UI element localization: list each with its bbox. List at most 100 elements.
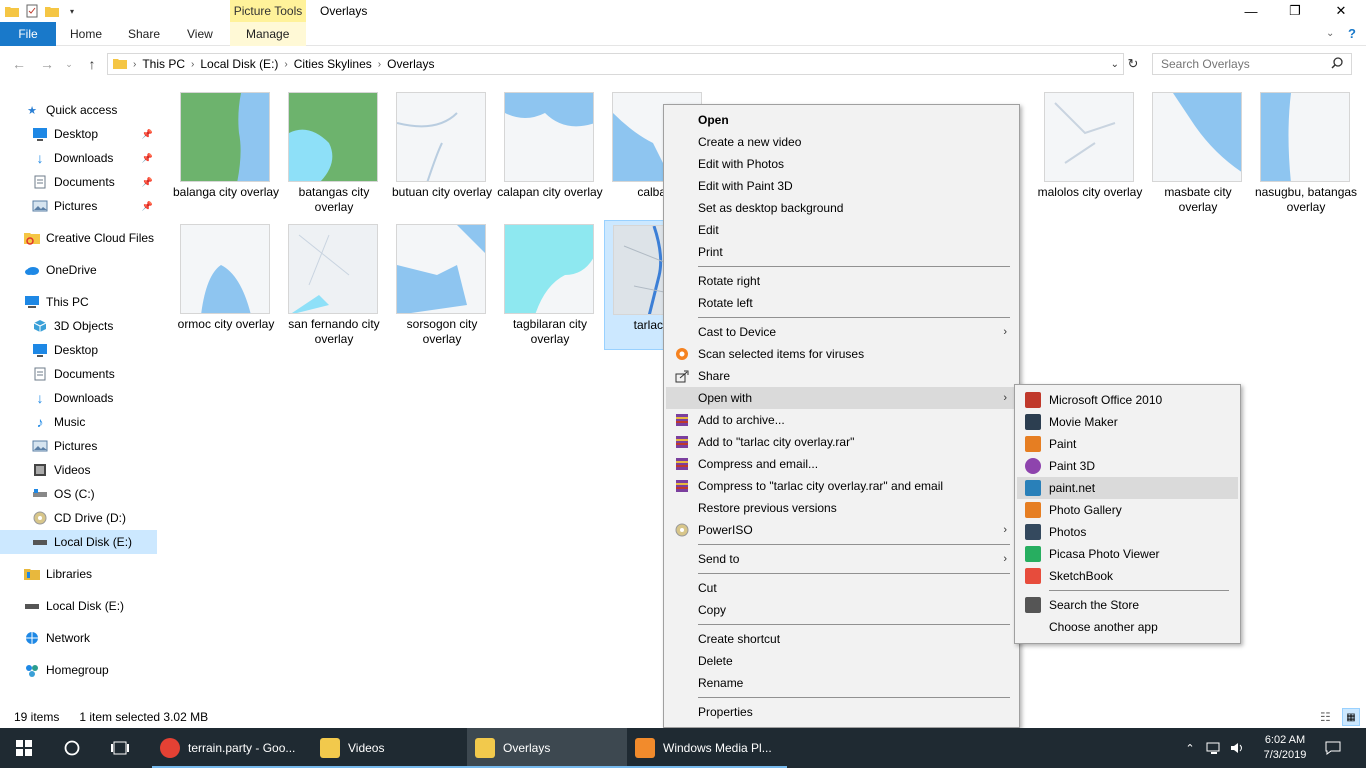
open-with-microsoft-office[interactable]: Microsoft Office 2010: [1017, 389, 1238, 411]
open-with-picasa[interactable]: Picasa Photo Viewer: [1017, 543, 1238, 565]
help-icon[interactable]: ?: [1348, 22, 1356, 46]
pin-icon[interactable]: 📌: [142, 129, 153, 140]
large-icons-view-icon[interactable]: ▦: [1342, 708, 1360, 726]
menu-item-rename[interactable]: Rename: [666, 672, 1017, 694]
menu-item-create-video[interactable]: Create a new video: [666, 131, 1017, 153]
open-with-paint-net[interactable]: paint.net: [1017, 477, 1238, 499]
taskbar-app-media-player[interactable]: Windows Media Pl...: [627, 728, 787, 768]
tab-manage[interactable]: Manage: [246, 22, 289, 46]
properties-icon[interactable]: [24, 3, 40, 19]
open-with-paint-3d[interactable]: Paint 3D: [1017, 455, 1238, 477]
customize-toolbar-icon[interactable]: ▾: [64, 3, 80, 19]
start-button[interactable]: [0, 728, 48, 768]
sidebar-item-desktop[interactable]: Desktop 📌: [0, 122, 157, 146]
breadcrumb-cities-skylines[interactable]: Cities Skylines: [290, 57, 376, 71]
file-tile[interactable]: balanga city overlay: [172, 88, 279, 218]
pin-icon[interactable]: 📌: [142, 153, 153, 164]
open-with-choose-another-app[interactable]: Choose another app: [1017, 616, 1238, 638]
volume-icon[interactable]: [1228, 728, 1248, 768]
sidebar-item-os-c[interactable]: OS (C:): [0, 482, 157, 506]
open-with-photos[interactable]: Photos: [1017, 521, 1238, 543]
menu-item-restore-versions[interactable]: Restore previous versions: [666, 497, 1017, 519]
pin-icon[interactable]: 📌: [142, 201, 153, 212]
menu-item-scan-viruses[interactable]: Scan selected items for viruses: [666, 343, 1017, 365]
clock[interactable]: 6:02 AM 7/3/2019: [1252, 728, 1318, 768]
minimize-button[interactable]: —: [1228, 0, 1274, 22]
refresh-button[interactable]: ↻: [1124, 54, 1142, 74]
menu-item-copy[interactable]: Copy: [666, 599, 1017, 621]
ribbon-expand-icon[interactable]: ⌄: [1326, 22, 1334, 46]
search-input[interactable]: [1161, 57, 1331, 71]
maximize-button[interactable]: ❐: [1272, 0, 1318, 22]
menu-item-rotate-left[interactable]: Rotate left: [666, 292, 1017, 314]
menu-item-share[interactable]: Share: [666, 365, 1017, 387]
sidebar-item-libraries[interactable]: Libraries: [0, 562, 157, 586]
menu-item-compress-rar-email[interactable]: Compress to "tarlac city overlay.rar" an…: [666, 475, 1017, 497]
file-tile[interactable]: calapan city overlay: [496, 88, 603, 218]
up-button[interactable]: ↑: [83, 54, 101, 74]
address-bar[interactable]: › This PC › Local Disk (E:) › Cities Sky…: [107, 53, 1124, 75]
menu-item-add-to-rar[interactable]: Add to "tarlac city overlay.rar": [666, 431, 1017, 453]
sidebar-item-documents[interactable]: Documents: [0, 362, 157, 386]
file-tile[interactable]: batangas city overlay: [280, 88, 384, 218]
menu-item-compress-email[interactable]: Compress and email...: [666, 453, 1017, 475]
menu-item-send-to[interactable]: Send to ›: [666, 548, 1017, 570]
tab-share[interactable]: Share: [128, 22, 160, 46]
file-tile[interactable]: ormoc city overlay: [172, 220, 276, 350]
search-box[interactable]: [1152, 53, 1352, 75]
menu-item-delete[interactable]: Delete: [666, 650, 1017, 672]
sidebar-item-creative-cloud[interactable]: Creative Cloud Files: [0, 226, 157, 250]
file-tile[interactable]: san fernando city overlay: [280, 220, 384, 350]
pin-icon[interactable]: 📌: [142, 177, 153, 188]
sidebar-item-cd-drive[interactable]: CD Drive (D:): [0, 506, 157, 530]
taskbar-app-overlays[interactable]: Overlays: [467, 728, 627, 768]
sidebar-item-homegroup[interactable]: Homegroup: [0, 658, 157, 682]
menu-item-print[interactable]: Print: [666, 241, 1017, 263]
breadcrumb-this-pc[interactable]: This PC: [138, 57, 189, 71]
open-with-paint[interactable]: Paint: [1017, 433, 1238, 455]
new-folder-icon[interactable]: [44, 3, 60, 19]
open-with-movie-maker[interactable]: Movie Maker: [1017, 411, 1238, 433]
breadcrumb-local-disk[interactable]: Local Disk (E:): [196, 57, 282, 71]
search-icon[interactable]: [1331, 56, 1343, 72]
sidebar-item-downloads[interactable]: ↓ Downloads 📌: [0, 146, 157, 170]
sidebar-item-videos[interactable]: Videos: [0, 458, 157, 482]
cortana-button[interactable]: [48, 728, 96, 768]
sidebar-item-documents[interactable]: Documents 📌: [0, 170, 157, 194]
show-hidden-icons-button[interactable]: ⌃: [1180, 728, 1200, 768]
sidebar-item-onedrive[interactable]: OneDrive: [0, 258, 157, 282]
sidebar-item-local-disk-e[interactable]: Local Disk (E:): [0, 594, 157, 618]
sidebar-item-3d-objects[interactable]: 3D Objects: [0, 314, 157, 338]
file-tile[interactable]: sorsogon city overlay: [388, 220, 492, 350]
sidebar-item-desktop[interactable]: Desktop: [0, 338, 157, 362]
tab-view[interactable]: View: [187, 22, 213, 46]
menu-item-add-to-archive[interactable]: Add to archive...: [666, 409, 1017, 431]
file-tile[interactable]: nasugbu, batangas overlay: [1252, 88, 1357, 218]
sidebar-item-quick-access[interactable]: ★ Quick access: [0, 98, 157, 122]
menu-item-open[interactable]: Open: [666, 109, 1017, 131]
chevron-right-icon[interactable]: ›: [282, 59, 289, 70]
close-button[interactable]: ✕: [1318, 0, 1364, 22]
tab-file[interactable]: File: [0, 22, 56, 46]
menu-item-create-shortcut[interactable]: Create shortcut: [666, 628, 1017, 650]
file-tile[interactable]: tagbilaran city overlay: [496, 220, 600, 350]
menu-item-edit[interactable]: Edit: [666, 219, 1017, 241]
tab-home[interactable]: Home: [70, 22, 102, 46]
file-tile[interactable]: malolos city overlay: [1036, 88, 1142, 218]
action-center-icon[interactable]: [1322, 728, 1344, 768]
task-view-button[interactable]: [96, 728, 144, 768]
recent-locations-button[interactable]: ⌄: [60, 54, 78, 74]
details-view-icon[interactable]: ☷: [1320, 710, 1331, 724]
sidebar-item-network[interactable]: Network: [0, 626, 157, 650]
taskbar-app-videos[interactable]: Videos: [312, 728, 467, 768]
sidebar-item-this-pc[interactable]: This PC: [0, 290, 157, 314]
menu-item-cut[interactable]: Cut: [666, 577, 1017, 599]
open-with-search-store[interactable]: Search the Store: [1017, 594, 1238, 616]
network-icon[interactable]: [1204, 728, 1224, 768]
sidebar-item-local-disk-e[interactable]: Local Disk (E:): [0, 530, 157, 554]
chevron-right-icon[interactable]: ›: [189, 59, 196, 70]
file-tile[interactable]: butuan city overlay: [388, 88, 492, 218]
open-with-sketchbook[interactable]: SketchBook: [1017, 565, 1238, 587]
menu-item-poweriso[interactable]: PowerISO ›: [666, 519, 1017, 541]
open-with-photo-gallery[interactable]: Photo Gallery: [1017, 499, 1238, 521]
